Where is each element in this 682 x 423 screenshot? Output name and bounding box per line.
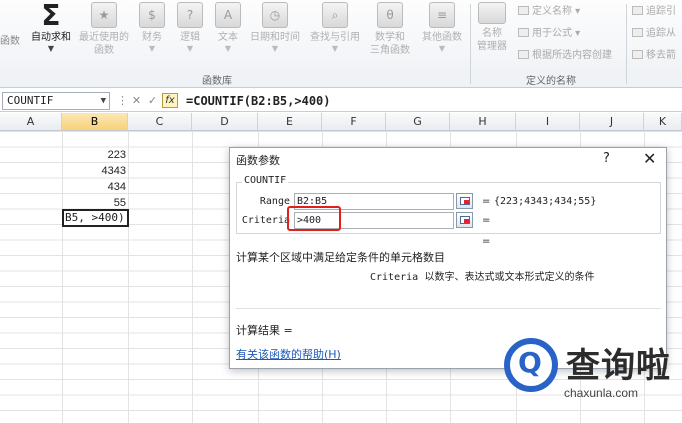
chevron-down-icon: ▼	[271, 44, 279, 53]
watermark-url: chaxunla.com	[564, 386, 639, 400]
watermark-text: 查询啦	[566, 346, 671, 386]
logical-book-icon: ?	[177, 2, 203, 28]
name-box[interactable]: COUNTIF ▼	[2, 92, 110, 110]
selection-grid-icon	[518, 50, 529, 59]
clock-book-icon: ◷	[262, 2, 288, 28]
cell-b4[interactable]: 434	[62, 180, 126, 194]
trace-dependents-button[interactable]: 追踪从	[632, 27, 676, 41]
column-header-i[interactable]: I	[516, 113, 580, 131]
financial-button[interactable]: $ 财务 ▼	[138, 2, 166, 54]
close-icon[interactable]: ✕	[643, 149, 656, 168]
range-collapse-button[interactable]	[456, 193, 473, 209]
trace-arrow-icon	[632, 6, 643, 15]
column-header-a[interactable]: A	[0, 113, 62, 131]
formula-bar: COUNTIF ▼ ⋮ ✕ ✓ fx =COUNTIF(B2:B5,>400)	[0, 90, 682, 112]
column-header-j[interactable]: J	[580, 113, 644, 131]
datetime-button[interactable]: ◷ 日期和时间 ▼	[246, 2, 304, 54]
chevron-down-icon: ▼	[224, 44, 232, 53]
recent-functions-button[interactable]: ★ 最近使用的 函数	[76, 2, 132, 57]
calculation-result: 计算结果 =	[236, 324, 293, 337]
column-header-b[interactable]: B	[62, 113, 128, 131]
insert-function-button[interactable]: fx	[162, 93, 178, 108]
watermark-logo-icon: Q	[504, 338, 558, 392]
column-header-d[interactable]: D	[192, 113, 258, 131]
use-in-formula-button[interactable]: 用于公式 ▾	[518, 27, 580, 41]
column-header-g[interactable]: G	[386, 113, 450, 131]
formula-bar-options-icon[interactable]: ⋮	[116, 94, 129, 107]
theta-book-icon: θ	[377, 2, 403, 28]
function-help-link[interactable]: 有关该函数的帮助(H)	[236, 346, 341, 362]
watermark: Q 查询啦 chaxunla.com	[500, 336, 682, 423]
cell-b5[interactable]: 55	[62, 196, 126, 210]
cell-b3[interactable]: 4343	[62, 164, 126, 178]
chevron-down-icon: ▼	[47, 44, 55, 53]
more-functions-button[interactable]: ≡ 其他函数 ▼	[418, 2, 466, 54]
active-cell-b6[interactable]: B5, >400)	[62, 209, 129, 227]
chevron-down-icon: ▼	[438, 44, 446, 53]
column-header-c[interactable]: C	[128, 113, 192, 131]
define-name-icon	[518, 6, 529, 15]
dialog-title: 函数参数	[236, 154, 280, 167]
range-label: Range	[259, 196, 290, 207]
ribbon-separator	[626, 4, 627, 84]
column-header-e[interactable]: E	[258, 113, 322, 131]
function-name-label: COUNTIF	[242, 175, 289, 186]
trace-precedents-button[interactable]: 追踪引	[632, 5, 676, 19]
create-from-selection-button[interactable]: 根据所选内容创建	[518, 49, 612, 63]
argument-description: Criteria 以数字、表达式或文本形式定义的条件	[370, 272, 595, 283]
criteria-equals: =	[482, 215, 491, 226]
name-manager-button[interactable]: 名称 管理器	[474, 2, 510, 53]
cell-b2[interactable]: 223	[62, 148, 126, 162]
chevron-down-icon[interactable]: ▼	[101, 93, 106, 109]
sigma-icon: Σ	[41, 0, 61, 32]
criteria-highlight-box	[287, 206, 341, 231]
grid-line	[128, 131, 129, 423]
star-book-icon: ★	[91, 2, 117, 28]
books-icon: ≡	[429, 2, 455, 28]
criteria-collapse-button[interactable]	[456, 212, 473, 228]
logical-button[interactable]: ? 逻辑 ▼	[176, 2, 204, 54]
math-trig-button[interactable]: θ 数学和 三角函数	[366, 2, 414, 57]
trace-arrow-icon	[632, 28, 643, 37]
formula-result-equals: =	[482, 236, 491, 247]
help-icon[interactable]: ?	[603, 151, 610, 166]
defined-names-caption: 定义的名称	[526, 76, 576, 87]
criteria-label: Criteria	[241, 215, 290, 226]
chevron-down-icon: ▼	[148, 44, 156, 53]
formula-input[interactable]: =COUNTIF(B2:B5,>400)	[186, 93, 331, 109]
column-header-h[interactable]: H	[450, 113, 516, 131]
text-button[interactable]: A 文本 ▼	[214, 2, 242, 54]
remove-arrows-button[interactable]: 移去箭	[632, 49, 676, 63]
dialog-divider	[236, 308, 661, 309]
define-name-button[interactable]: 定义名称 ▾	[518, 5, 580, 19]
function-description: 计算某个区域中满足给定条件的单元格数目	[236, 251, 445, 264]
chevron-down-icon: ▼	[331, 44, 339, 53]
name-manager-icon	[478, 2, 506, 24]
column-header-k[interactable]: K	[644, 113, 682, 131]
range-equals: =	[482, 196, 491, 207]
magnifier-book-icon: ⌕	[322, 2, 348, 28]
ribbon: 函数 Σ 自动求和 ▼ ★ 最近使用的 函数 $ 财务 ▼ ? 逻辑 ▼ A 文…	[0, 0, 682, 88]
remove-arrows-icon	[632, 50, 643, 59]
range-result: {223;4343;434;55}	[494, 196, 597, 207]
financial-book-icon: $	[139, 2, 165, 28]
autosum-label: 自动求和	[31, 32, 71, 43]
grid-line	[192, 131, 193, 423]
text-book-icon: A	[215, 2, 241, 28]
cancel-icon[interactable]: ✕	[130, 94, 143, 107]
column-header-f[interactable]: F	[322, 113, 386, 131]
formula-icon	[518, 28, 529, 37]
chevron-down-icon: ▼	[186, 44, 194, 53]
function-library-caption: 函数库	[202, 76, 232, 87]
autosum-button[interactable]: Σ 自动求和 ▼	[28, 2, 74, 54]
lookup-button[interactable]: ⌕ 查找与引用 ▼	[306, 2, 364, 54]
enter-icon[interactable]: ✓	[146, 94, 159, 107]
ribbon-separator	[470, 4, 471, 84]
ribbon-cut-label: 函数	[0, 36, 20, 47]
